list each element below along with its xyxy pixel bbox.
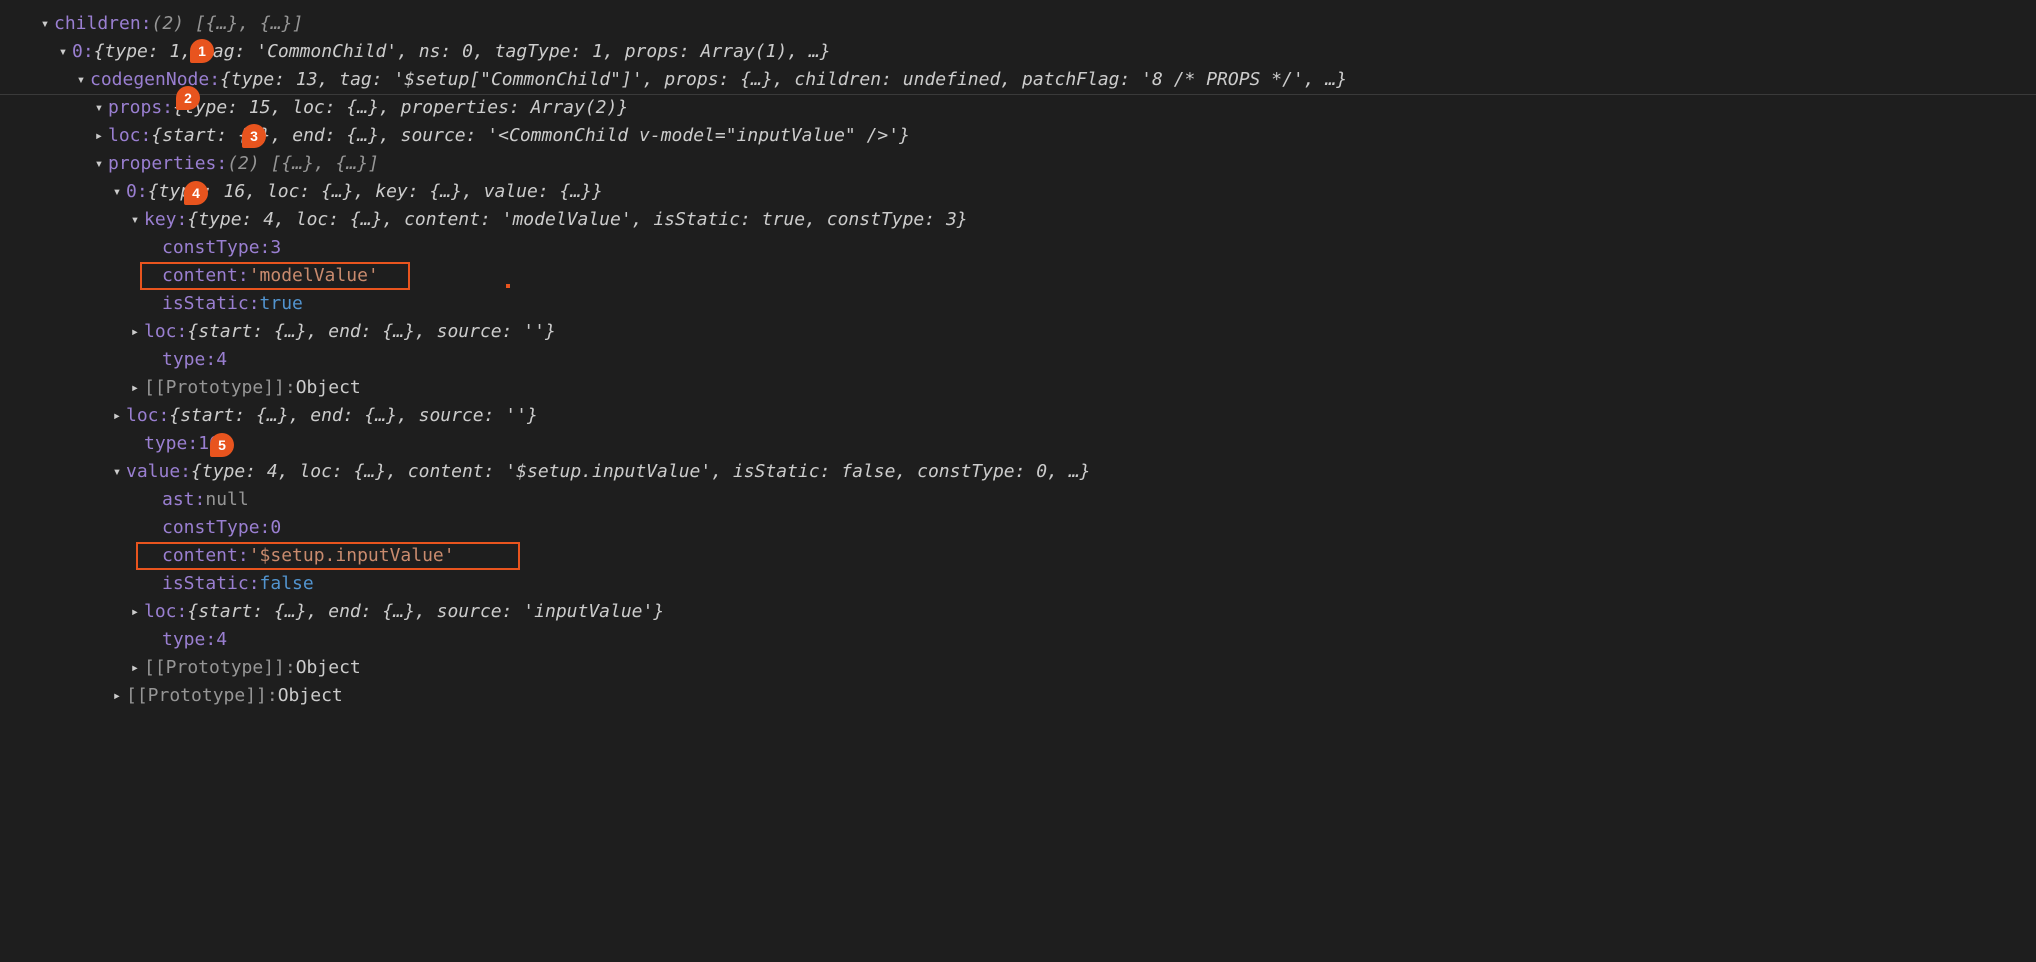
object-summary: {start: {…}, end: {…}, source: ''} [187, 318, 555, 346]
object-key: loc: [126, 402, 169, 430]
tree-row-prototype-inner[interactable]: ▸ [[Prototype]]: Object [0, 654, 2036, 682]
object-key: loc: [108, 122, 151, 150]
object-summary: {type: 15, loc: {…}, properties: Array(2… [173, 94, 628, 122]
object-key: properties: [108, 150, 227, 178]
caret-down-icon[interactable]: ▾ [90, 94, 108, 122]
object-value: Object [296, 374, 361, 402]
separator-line [0, 94, 2036, 95]
object-key: type: [144, 430, 198, 458]
caret-down-icon[interactable]: ▾ [126, 206, 144, 234]
object-key: value: [126, 458, 191, 486]
object-key: codegenNode: [90, 66, 220, 94]
object-value: 4 [216, 626, 227, 654]
object-key: content: [162, 542, 249, 570]
tree-row-loc-inner[interactable]: ▸ loc: {start: {…}, end: {…}, source: ''… [0, 318, 2036, 346]
tree-row-consttype-0[interactable]: constType: 0 [0, 514, 2036, 542]
tree-row-children[interactable]: ▾ children: (2) [{…}, {…}] [0, 10, 2036, 38]
object-key: constType: [162, 234, 270, 262]
tree-row-type-16[interactable]: type: 16 5 [0, 430, 2036, 458]
object-summary: {start: {…}, end: {…}, source: ''} [169, 402, 537, 430]
tree-row-prop-0[interactable]: ▾ 0: {type: 16, loc: {…}, key: {…}, valu… [0, 178, 2036, 206]
caret-right-icon[interactable]: ▸ [126, 598, 144, 626]
object-value: null [205, 486, 248, 514]
object-key: constType: [162, 514, 270, 542]
object-value: '$setup.inputValue' [249, 542, 455, 570]
annotation-badge-2: 2 [176, 86, 200, 110]
tree-row-loc-outer[interactable]: ▸ loc: {start: {…}, end: {…}, source: ''… [0, 402, 2036, 430]
object-key: [[Prototype]]: [144, 654, 296, 682]
object-key: key: [144, 206, 187, 234]
annotation-badge-3: 3 [242, 124, 266, 148]
object-value: Object [278, 682, 343, 710]
object-key: children: [54, 10, 152, 38]
caret-down-icon[interactable]: ▾ [108, 178, 126, 206]
object-key: 0: [72, 38, 94, 66]
caret-down-icon[interactable]: ▾ [90, 150, 108, 178]
object-summary: {start: {…}, end: {…}, source: 'inputVal… [187, 598, 664, 626]
object-key: isStatic: [162, 570, 260, 598]
object-summary: {type: 4, loc: {…}, content: '$setup.inp… [191, 458, 1090, 486]
tree-row-type[interactable]: type: 4 [0, 346, 2036, 374]
tree-row-key[interactable]: ▾ key: {type: 4, loc: {…}, content: 'mod… [0, 206, 2036, 234]
object-summary: (2) [{…}, {…}] [227, 150, 379, 178]
object-summary: {type: 16, loc: {…}, key: {…}, value: {…… [148, 178, 603, 206]
tree-row-consttype[interactable]: constType: 3 [0, 234, 2036, 262]
tree-row-value[interactable]: ▾ value: {type: 4, loc: {…}, content: '$… [0, 458, 2036, 486]
object-value: 4 [216, 346, 227, 374]
tree-row-ast[interactable]: ast: null [0, 486, 2036, 514]
object-key: isStatic: [162, 290, 260, 318]
tree-row-loc[interactable]: ▸ loc: {start: {…}, end: {…}, source: '<… [0, 122, 2036, 150]
tree-row-prototype[interactable]: ▸ [[Prototype]]: Object [0, 374, 2036, 402]
annotation-dot [506, 284, 510, 288]
caret-right-icon[interactable]: ▸ [108, 402, 126, 430]
object-value: 0 [270, 514, 281, 542]
object-value: 3 [270, 234, 281, 262]
caret-down-icon[interactable]: ▾ [108, 458, 126, 486]
object-key: ast: [162, 486, 205, 514]
tree-row-index-0[interactable]: ▾ 0: {type: 1, tag: 'CommonChild', ns: 0… [0, 38, 2036, 66]
caret-right-icon[interactable]: ▸ [90, 122, 108, 150]
annotation-badge-1: 1 [190, 39, 214, 63]
object-key: props: [108, 94, 173, 122]
tree-row-type-4[interactable]: type: 4 [0, 626, 2036, 654]
caret-right-icon[interactable]: ▸ [108, 682, 126, 710]
object-value: false [260, 570, 314, 598]
object-key: 0: [126, 178, 148, 206]
object-summary: {type: 4, loc: {…}, content: 'modelValue… [187, 206, 967, 234]
object-key: [[Prototype]]: [126, 682, 278, 710]
object-value: true [260, 290, 303, 318]
tree-row-content-modelvalue[interactable]: content: 'modelValue' [0, 262, 2036, 290]
tree-row-isstatic[interactable]: isStatic: true [0, 290, 2036, 318]
object-key: [[Prototype]]: [144, 374, 296, 402]
tree-row-prototype-outer[interactable]: ▸ [[Prototype]]: Object [0, 682, 2036, 710]
object-summary: (2) [{…}, {…}] [152, 10, 304, 38]
tree-row-loc-value[interactable]: ▸ loc: {start: {…}, end: {…}, source: 'i… [0, 598, 2036, 626]
object-value: Object [296, 654, 361, 682]
object-key: type: [162, 346, 216, 374]
caret-down-icon[interactable]: ▾ [36, 10, 54, 38]
object-key: loc: [144, 318, 187, 346]
object-summary: {type: 13, tag: '$setup["CommonChild"]',… [220, 66, 1347, 94]
tree-row-properties[interactable]: ▾ properties: (2) [{…}, {…}] [0, 150, 2036, 178]
object-key: loc: [144, 598, 187, 626]
caret-right-icon[interactable]: ▸ [126, 318, 144, 346]
tree-row-isstatic-false[interactable]: isStatic: false [0, 570, 2036, 598]
annotation-badge-5: 5 [210, 433, 234, 457]
object-key: content: [162, 262, 249, 290]
annotation-badge-4: 4 [184, 181, 208, 205]
caret-right-icon[interactable]: ▸ [126, 374, 144, 402]
object-key: type: [162, 626, 216, 654]
object-value: 'modelValue' [249, 262, 379, 290]
tree-row-codegen[interactable]: ▾ codegenNode: {type: 13, tag: '$setup["… [0, 66, 2036, 94]
caret-down-icon[interactable]: ▾ [72, 66, 90, 94]
caret-down-icon[interactable]: ▾ [54, 38, 72, 66]
tree-row-props[interactable]: ▾ props: {type: 15, loc: {…}, properties… [0, 94, 2036, 122]
tree-row-content-setup[interactable]: content: '$setup.inputValue' [0, 542, 2036, 570]
caret-right-icon[interactable]: ▸ [126, 654, 144, 682]
